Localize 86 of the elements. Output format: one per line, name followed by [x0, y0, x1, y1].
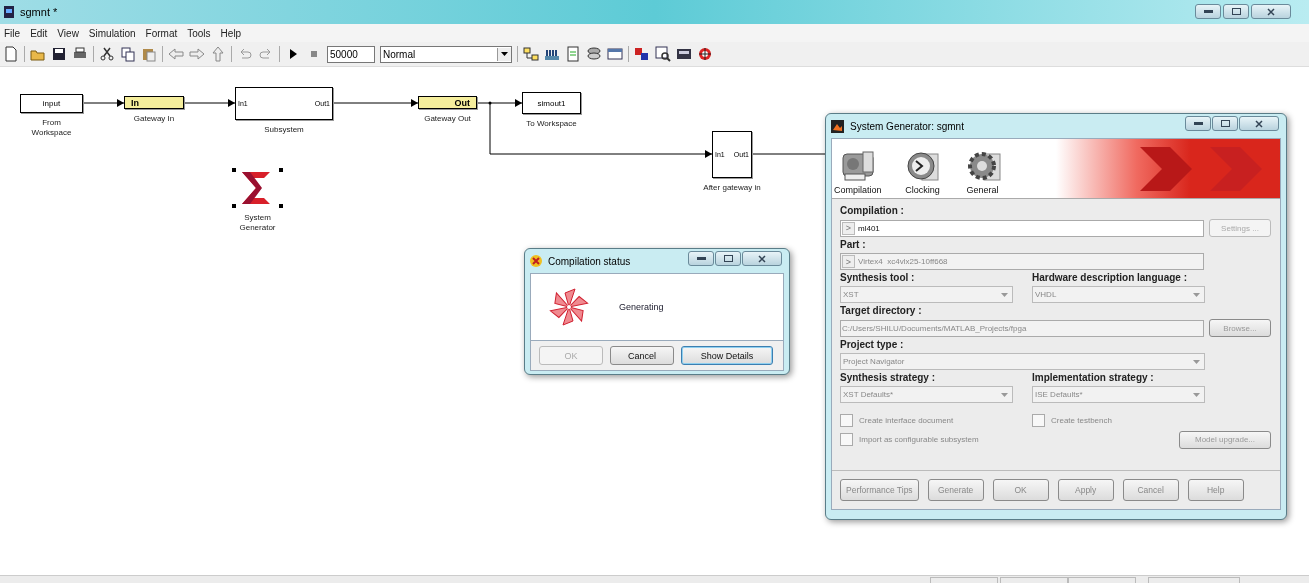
block-label: System Generator	[238, 213, 277, 233]
workspace-block[interactable]: input	[20, 94, 83, 113]
caret-icon	[1193, 392, 1200, 397]
field-label: Project type :	[840, 339, 905, 351]
expand-button[interactable]: >	[842, 221, 855, 235]
dialog-button[interactable]: Cancel	[610, 346, 674, 365]
minimize-button[interactable]	[1185, 116, 1211, 131]
diagram-icon[interactable]	[523, 46, 539, 62]
blocks-icon[interactable]	[634, 46, 650, 62]
close-icon	[758, 254, 766, 263]
checkbox[interactable]	[840, 433, 853, 446]
menu-item[interactable]: Tools	[187, 27, 211, 39]
dialog-button[interactable]: Show Details	[681, 346, 773, 365]
block-label: After gateway in	[702, 183, 762, 193]
tab[interactable]: Compilation	[834, 150, 882, 195]
dialog-title: System Generator: sgmnt	[850, 120, 964, 132]
checkbox[interactable]	[1032, 414, 1045, 427]
field-label: Implementation strategy :	[1032, 372, 1155, 384]
maximize-icon	[723, 255, 733, 262]
field-label: Part :	[840, 239, 867, 251]
system-generator-block[interactable]	[232, 168, 283, 208]
pinwheel-icon	[549, 287, 589, 327]
status-message: Generating	[619, 302, 664, 312]
maximize-icon	[1220, 120, 1230, 127]
field-label: Compilation :	[840, 205, 905, 217]
text-field[interactable]: > ml401	[840, 219, 1204, 237]
maximize-button[interactable]	[715, 251, 741, 266]
caret-icon	[1001, 292, 1008, 297]
checkbox-label: Create testbench	[1051, 416, 1112, 425]
copy-icon[interactable]	[120, 46, 136, 62]
checkbox-label: Create interface document	[859, 416, 954, 425]
menu-item[interactable]: Help	[220, 27, 242, 39]
field-label: Target directory :	[840, 305, 923, 317]
new-file-icon[interactable]	[3, 46, 19, 62]
menu-item[interactable]: Edit	[30, 27, 48, 39]
x-logo-icon	[530, 255, 542, 267]
minimize-icon	[1203, 10, 1213, 13]
paste-icon[interactable]	[141, 46, 157, 62]
close-icon	[1255, 119, 1263, 128]
menu-item[interactable]: Format	[145, 27, 178, 39]
signal-line	[183, 99, 236, 107]
minimize-button[interactable]	[1195, 4, 1221, 19]
menu-item[interactable]: File	[4, 27, 21, 39]
minimize-icon	[1193, 122, 1203, 125]
gateway-block[interactable]: In	[124, 96, 184, 109]
magnifier-grid-icon[interactable]	[655, 46, 671, 62]
maximize-button[interactable]	[1223, 4, 1249, 19]
minimize-icon	[696, 257, 706, 260]
block-label: Subsystem	[263, 125, 305, 135]
field-label: Synthesis tool :	[840, 272, 916, 284]
tab[interactable]: Clocking	[903, 150, 942, 195]
workspace-block[interactable]: simout1	[522, 92, 581, 114]
block-label: From Workspace	[30, 118, 73, 138]
stop-time-field[interactable]: 50000	[327, 45, 375, 63]
close-icon	[1267, 7, 1275, 16]
simulation-mode-dropdown[interactable]: Normal	[380, 45, 512, 63]
checkbox-label: Import as configurable subsystem	[859, 435, 979, 444]
field-label: Hardware description language :	[1032, 272, 1189, 284]
maximize-icon	[1231, 8, 1241, 15]
maximize-button[interactable]	[1212, 116, 1238, 131]
checkbox[interactable]	[840, 414, 853, 427]
document-icon[interactable]	[565, 46, 581, 62]
window-icon[interactable]	[607, 46, 623, 62]
save-icon[interactable]	[51, 46, 67, 62]
app-icon	[4, 6, 14, 18]
caret-icon	[1001, 392, 1008, 397]
dialog-title: Compilation status	[548, 255, 631, 267]
signal-line	[82, 99, 125, 107]
window-title: sgmnt *	[20, 6, 58, 18]
disk-stack-icon[interactable]	[586, 46, 602, 62]
caret-icon	[1193, 292, 1200, 297]
target-icon[interactable]	[697, 46, 713, 62]
minimize-button[interactable]	[688, 251, 714, 266]
matlab-icon	[831, 119, 844, 133]
tab[interactable]: General	[963, 150, 1002, 195]
block-label: Gateway Out	[423, 114, 472, 124]
field-label: Synthesis strategy :	[840, 372, 937, 384]
menu-item[interactable]: Simulation	[88, 27, 136, 39]
caret-icon	[1193, 359, 1200, 364]
block-label: Gateway In	[132, 114, 176, 124]
gateway-block[interactable]: Out	[418, 96, 477, 109]
caret-icon	[501, 52, 508, 56]
scissors-icon[interactable]	[99, 46, 115, 62]
panel-icon[interactable]	[676, 46, 692, 62]
block-label: To Workspace	[525, 119, 578, 129]
menu-item[interactable]: View	[57, 27, 79, 39]
